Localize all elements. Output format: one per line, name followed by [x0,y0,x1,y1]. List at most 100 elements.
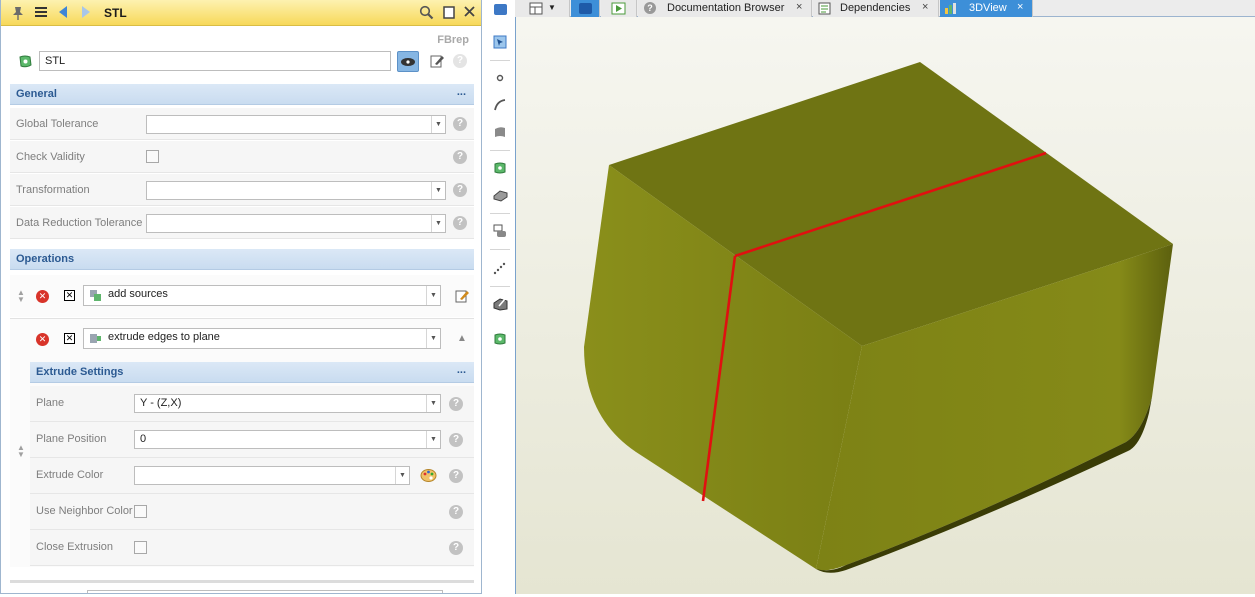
enable-toggle-icon[interactable]: ✕ [64,333,75,344]
extrude-edges-icon [89,332,102,348]
prop-row-plane-position: Plane Position 0 ▼ ? [30,422,474,458]
3d-scene [584,62,1173,573]
section-extrude-settings-more-button[interactable]: ... [457,364,466,376]
close-icon[interactable] [463,5,476,21]
chevron-down-icon[interactable]: ▼ [426,431,440,448]
chevron-down-icon[interactable]: ▼ [426,286,440,305]
back-arrow-icon[interactable] [56,5,70,22]
use-neighbor-color-checkbox[interactable] [134,505,147,518]
layer-icon[interactable] [493,2,508,19]
chevron-down-icon[interactable]: ▼ [431,116,445,133]
layer-icon [578,2,593,18]
visibility-toggle[interactable] [397,51,419,72]
transformation-combo[interactable]: ▼ [146,181,446,200]
check-validity-checkbox[interactable] [146,150,159,163]
color-palette-icon[interactable] [420,468,437,486]
global-tolerance-label: Global Tolerance [16,118,99,130]
edit-operation-icon[interactable] [454,288,470,307]
drag-handle-icon[interactable]: ▲ ▼ [17,444,25,459]
tab-scene[interactable] [571,0,600,17]
close-icon[interactable]: × [1017,1,1023,13]
section-operations-title: Operations [16,253,75,265]
chart-icon [944,2,957,18]
section-extrude-settings[interactable]: Extrude Settings ... [30,362,474,383]
plane-position-combo[interactable]: 0 ▼ [134,430,441,449]
separator [10,580,474,583]
fbrep-icon[interactable] [493,332,507,349]
name-row: ? [15,50,475,74]
drag-handle-icon[interactable]: ▲ ▼ [17,289,25,304]
point-cloud-icon[interactable] [493,261,507,278]
panel-title: STL [104,6,127,20]
surface-icon[interactable] [493,125,507,142]
pin-icon[interactable] [10,5,26,24]
separator [490,286,510,287]
prop-row-data-reduction-tolerance: Data Reduction Tolerance ▼ ? [10,207,474,239]
help-icon[interactable]: ? [449,469,463,483]
help-icon[interactable]: ? [453,117,467,131]
plane-label: Plane [36,397,65,409]
operation-type-combo[interactable]: add sources ▼ [83,285,441,306]
forward-arrow-icon[interactable] [79,5,93,22]
mesh-icon[interactable] [493,188,508,205]
close-icon[interactable]: × [922,1,928,13]
section-general-title: General [16,88,57,100]
point-icon[interactable] [493,71,507,88]
chevron-down-icon[interactable]: ▼ [431,182,445,199]
section-general[interactable]: General ... [10,84,474,105]
tab-documentation-browser[interactable]: ? Documentation Browser × [638,0,812,17]
data-reduction-tolerance-combo[interactable]: ▼ [146,214,446,233]
help-icon[interactable]: ? [449,397,463,411]
curve-icon[interactable] [493,98,507,115]
restore-icon[interactable] [442,5,456,23]
section-operations[interactable]: Operations [10,249,474,270]
separator [490,60,510,61]
separator [490,213,510,214]
name-input[interactable] [39,51,391,71]
extrude-color-combo[interactable]: ▼ [134,466,410,485]
remove-operation-icon[interactable]: ✕ [36,290,49,303]
close-extrusion-checkbox[interactable] [134,541,147,554]
chevron-down-icon[interactable]: ▼ [431,215,445,232]
help-icon[interactable]: ? [453,150,467,164]
remove-operation-icon[interactable]: ✕ [36,333,49,346]
prop-row-extrude-color: Extrude Color ▼ ? [30,458,474,494]
search-icon[interactable] [419,5,434,23]
3d-viewport[interactable] [515,17,1255,594]
solid-edit-icon[interactable] [493,297,508,314]
layout-menu-button[interactable]: ▼ [515,0,570,17]
tab-bar: ▼ ? Documentation Browser × Dependencies… [515,0,1255,17]
help-icon[interactable]: ? [449,505,463,519]
next-operation-combo[interactable] [87,590,443,593]
vertical-toolbar [486,0,514,594]
global-tolerance-combo[interactable]: ▼ [146,115,446,134]
plane-combo[interactable]: Y - (Z,X) ▼ [134,394,441,413]
help-icon[interactable]: ? [449,433,463,447]
measure-icon[interactable] [493,224,507,241]
section-extrude-settings-title: Extrude Settings [36,366,124,378]
collapse-icon[interactable]: ▲ [457,333,467,344]
tab-run[interactable] [601,0,637,17]
help-icon[interactable]: ? [453,183,467,197]
fbrep-icon[interactable] [493,161,507,178]
prop-row-plane: Plane Y - (Z,X) ▼ ? [30,386,474,422]
help-icon[interactable]: ? [453,216,467,230]
help-icon[interactable]: ? [453,54,467,68]
edit-icon[interactable] [429,53,445,72]
separator [490,150,510,151]
chevron-down-icon[interactable]: ▼ [395,467,409,484]
help-icon[interactable]: ? [449,541,463,555]
tab-3dview[interactable]: 3DView × [940,0,1033,17]
close-icon[interactable]: × [796,1,802,13]
operation-type-combo[interactable]: extrude edges to plane ▼ [83,328,441,349]
enable-toggle-icon[interactable]: ✕ [64,290,75,301]
extrude-color-label: Extrude Color [36,469,104,481]
chevron-down-icon[interactable]: ▼ [426,395,440,412]
select-icon[interactable] [493,35,507,52]
play-icon [611,2,626,18]
panel-titlebar: STL [1,0,481,26]
chevron-down-icon[interactable]: ▼ [426,329,440,348]
hamburger-icon[interactable] [34,5,48,22]
tab-dependencies[interactable]: Dependencies × [813,0,939,17]
section-general-more-button[interactable]: ... [457,86,466,98]
